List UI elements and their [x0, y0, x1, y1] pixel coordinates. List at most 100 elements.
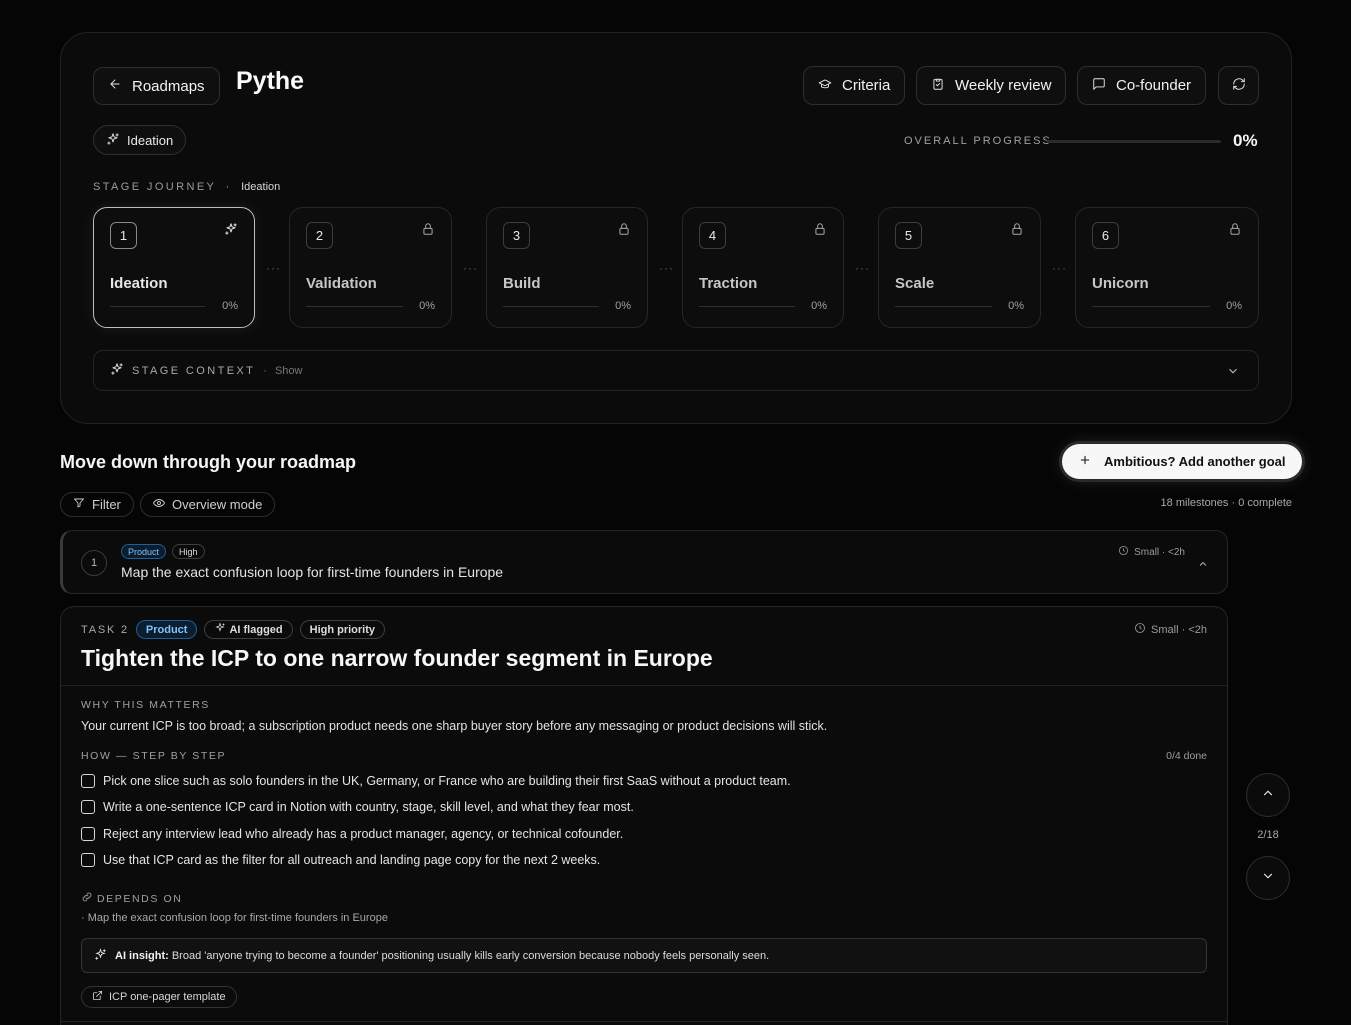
previous-task-button[interactable]	[1246, 773, 1290, 817]
priority-tag: High	[172, 544, 205, 559]
ai-flagged-tag: AI flagged	[204, 620, 293, 639]
step-checkbox[interactable]	[81, 774, 95, 788]
chevron-up-icon[interactable]	[1197, 557, 1209, 575]
back-to-roadmaps-button[interactable]: Roadmaps	[93, 67, 220, 105]
depends-on-label: DEPENDS ON	[81, 891, 182, 906]
stage-connector: ···	[463, 261, 478, 275]
task-card-collapsed[interactable]: 1 Product High Map the exact confusion l…	[60, 530, 1228, 594]
ai-insight-label: AI insight:	[115, 949, 169, 962]
filter-button[interactable]: Filter	[60, 492, 134, 517]
lock-icon	[421, 222, 435, 241]
stage-progress-bar	[1092, 306, 1210, 307]
stage-percent: 0%	[1008, 300, 1024, 312]
refresh-button[interactable]	[1218, 66, 1259, 105]
step-text: Pick one slice such as solo founders in …	[103, 774, 791, 788]
stage-connector: ···	[1052, 261, 1067, 275]
step-item[interactable]: Reject any interview lead who already ha…	[81, 827, 623, 841]
stage-context-label: STAGE CONTEXT	[132, 364, 256, 377]
stage-number: 5	[895, 222, 922, 249]
roadmap-section-title: Move down through your roadmap	[60, 452, 356, 472]
category-tag: Product	[121, 544, 167, 559]
stage-name: Traction	[699, 275, 758, 292]
step-item[interactable]: Use that ICP card as the filter for all …	[81, 853, 600, 867]
step-item[interactable]: Write a one-sentence ICP card in Notion …	[81, 800, 634, 814]
stage-context-toggle[interactable]: STAGE CONTEXT · Show	[93, 350, 1259, 391]
stage-journey-separator: ·	[225, 181, 232, 193]
stage-name: Validation	[306, 275, 377, 292]
step-item[interactable]: Pick one slice such as solo founders in …	[81, 774, 791, 788]
how-label: HOW — STEP BY STEP	[81, 750, 227, 762]
task-title: Map the exact confusion loop for first-t…	[121, 564, 504, 580]
arrow-left-icon	[108, 77, 122, 95]
weekly-review-button[interactable]: Weekly review	[916, 66, 1067, 105]
stage-card-traction[interactable]: 4 Traction 0%	[682, 207, 844, 328]
dependency-item[interactable]: · Map the exact confusion loop for first…	[81, 912, 388, 924]
ai-flagged-label: AI flagged	[229, 623, 283, 636]
stage-number: 1	[110, 222, 137, 249]
step-checkbox[interactable]	[81, 800, 95, 814]
task-header: TASK 2 Product AI flagged High priority	[81, 620, 392, 639]
stage-context-separator: ·	[263, 364, 267, 377]
overall-progress-value: 0%	[1233, 131, 1258, 150]
stage-connector: ···	[659, 261, 674, 275]
step-checkbox[interactable]	[81, 827, 95, 841]
resource-label: ICP one-pager template	[109, 991, 226, 1003]
stage-number: 6	[1092, 222, 1119, 249]
stage-journey-label: STAGE JOURNEY · Ideation	[93, 181, 280, 193]
task-label: TASK 2	[81, 623, 129, 636]
criteria-button[interactable]: Criteria	[803, 66, 906, 105]
co-founder-label: Co-founder	[1116, 77, 1192, 94]
criteria-label: Criteria	[842, 77, 891, 94]
sparkles-icon	[110, 362, 124, 379]
overview-mode-button[interactable]: Overview mode	[140, 492, 276, 517]
task-size-label: Small · <2h	[1134, 546, 1185, 558]
stage-journey-title: STAGE JOURNEY	[93, 181, 217, 193]
page-title: Pythe	[236, 67, 305, 95]
eye-icon	[153, 497, 165, 512]
stage-card-unicorn[interactable]: 6 Unicorn 0%	[1075, 207, 1259, 328]
milestone-summary: 18 milestones · 0 complete	[1160, 497, 1292, 509]
stage-name: Ideation	[110, 275, 168, 292]
overall-progress-label: OVERALL PROGRESS	[904, 135, 1052, 147]
link-icon	[81, 891, 93, 906]
stage-card-scale[interactable]: 5 Scale 0%	[878, 207, 1041, 328]
stage-number: 3	[503, 222, 530, 249]
resource-link[interactable]: ICP one-pager template	[81, 986, 237, 1008]
next-task-button[interactable]	[1246, 856, 1290, 900]
sparkles-icon	[106, 132, 120, 149]
current-stage-label: Ideation	[127, 132, 174, 148]
ai-insight-box: AI insight: Broad 'anyone trying to beco…	[81, 938, 1207, 973]
graduation-cap-icon	[818, 77, 832, 95]
stage-progress-bar	[503, 306, 599, 307]
ai-insight-content: AI insight: Broad 'anyone trying to beco…	[115, 950, 769, 962]
divider	[61, 1021, 1227, 1022]
task-size: Small · <2h	[1134, 622, 1207, 637]
current-stage-chip[interactable]: Ideation	[93, 125, 187, 155]
co-founder-button[interactable]: Co-founder	[1077, 66, 1207, 105]
refresh-icon	[1232, 77, 1246, 95]
stage-card-build[interactable]: 3 Build 0%	[486, 207, 648, 328]
stage-journey-current: Ideation	[241, 181, 281, 193]
external-link-icon	[92, 990, 103, 1004]
why-text: Your current ICP is too broad; a subscri…	[81, 719, 828, 733]
add-goal-label: Ambitious? Add another goal	[1104, 454, 1286, 469]
chevron-up-icon	[1261, 786, 1275, 805]
sparkles-icon	[214, 622, 226, 637]
clock-icon	[1118, 545, 1129, 559]
category-tag: Product	[135, 620, 198, 639]
step-checkbox[interactable]	[81, 853, 95, 867]
stage-card-validation[interactable]: 2 Validation 0%	[289, 207, 452, 328]
stage-card-ideation[interactable]: 1 Ideation 0%	[93, 207, 255, 328]
steps-done-count: 0/4 done	[1166, 750, 1207, 762]
stage-percent: 0%	[419, 300, 435, 312]
depends-on-text: DEPENDS ON	[97, 892, 183, 905]
lock-icon	[1010, 222, 1024, 241]
task-size-label: Small · <2h	[1151, 623, 1207, 636]
lock-icon	[813, 222, 827, 241]
add-goal-button[interactable]: Ambitious? Add another goal	[1062, 444, 1302, 479]
message-square-icon	[1092, 77, 1106, 95]
stage-name: Build	[503, 275, 541, 292]
task-card-expanded: TASK 2 Product AI flagged High priority …	[60, 606, 1228, 1025]
stage-percent: 0%	[222, 300, 238, 312]
lock-icon	[617, 222, 631, 241]
